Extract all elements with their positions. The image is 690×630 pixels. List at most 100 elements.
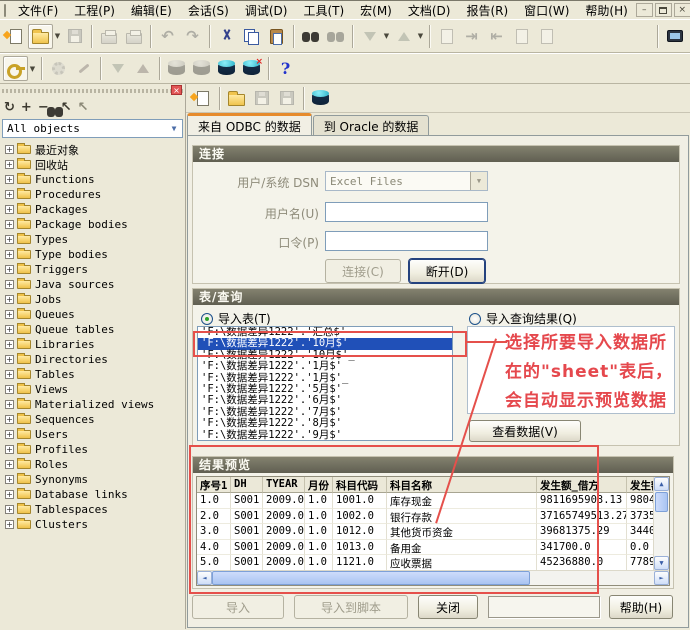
expander-icon[interactable]: + — [5, 385, 14, 394]
menu-help[interactable]: 帮助(H) — [577, 1, 635, 20]
menu-macro[interactable]: 宏(M) — [352, 1, 400, 20]
tree-item-directories[interactable]: +Directories — [3, 352, 185, 367]
tree-item-triggers[interactable]: +Triggers — [3, 262, 185, 277]
query-text-area[interactable] — [467, 326, 675, 414]
close-button[interactable]: × — [674, 3, 690, 17]
import-query-radio[interactable]: 导入查询结果(Q) — [469, 310, 577, 327]
export-file-icon[interactable] — [391, 24, 416, 49]
expander-icon[interactable]: + — [5, 340, 14, 349]
expander-icon[interactable]: + — [5, 325, 14, 334]
new-icon[interactable] — [190, 86, 215, 111]
scroll-thumb[interactable] — [212, 571, 530, 585]
close-panel-icon[interactable]: × — [171, 85, 182, 95]
filter-icon[interactable]: ↖ — [78, 101, 89, 114]
tree-item-package-bodies[interactable]: +Package bodies — [3, 217, 185, 232]
tree-item-packages[interactable]: +Packages — [3, 202, 185, 217]
tree-item-clusters[interactable]: +Clusters — [3, 517, 185, 532]
expander-icon[interactable]: + — [5, 460, 14, 469]
export-database-icon[interactable] — [308, 86, 333, 111]
tree-item-recent[interactable]: +最近对象 — [3, 142, 185, 157]
view-data-button[interactable]: 查看数据(V) — [469, 420, 581, 442]
tree-item-recyclebin[interactable]: +回收站 — [3, 157, 185, 172]
vertical-scrollbar[interactable]: ▲ ▼ — [653, 477, 669, 570]
sheet-item[interactable]: 'F:\数据差异1222'.'8月$' — [198, 418, 452, 429]
tree-item-materialized-views[interactable]: +Materialized views — [3, 397, 185, 412]
close-dialog-button[interactable]: 关闭 — [418, 595, 478, 619]
dsn-select[interactable]: Excel Files ▼ — [325, 171, 488, 191]
import-button[interactable]: 导入 — [192, 595, 284, 619]
paste-icon[interactable] — [264, 24, 289, 49]
table-row[interactable]: 1.0S0012009.01.01001.0库存现金9811695903.139… — [197, 493, 669, 509]
indent-icon[interactable]: ⇥ — [459, 24, 484, 49]
find-next-icon[interactable] — [323, 24, 348, 49]
disconnect-button[interactable]: 断开(D) — [409, 259, 485, 283]
sheet-item[interactable]: 'F:\数据差异1222'.'9月$' — [198, 430, 452, 441]
save-icon[interactable] — [62, 24, 87, 49]
tree-item-sequences[interactable]: +Sequences — [3, 412, 185, 427]
restore-button[interactable] — [655, 3, 672, 17]
scroll-thumb[interactable] — [655, 492, 668, 512]
expander-icon[interactable]: + — [5, 175, 14, 184]
tab-from-odbc[interactable]: 来自 ODBC 的数据 — [187, 113, 312, 135]
expand-icon[interactable]: + — [21, 101, 32, 114]
help-button[interactable]: 帮助(H) — [609, 595, 673, 619]
expander-icon[interactable]: + — [5, 520, 14, 529]
expander-icon[interactable]: + — [5, 160, 14, 169]
menu-documents[interactable]: 文档(D) — [400, 1, 459, 20]
db-objects-icon[interactable] — [164, 56, 189, 81]
log-on-icon[interactable] — [3, 56, 28, 81]
password-field[interactable] — [325, 231, 488, 251]
edit-data-icon[interactable] — [71, 56, 96, 81]
tree-item-jobs[interactable]: +Jobs — [3, 292, 185, 307]
open-icon[interactable] — [224, 86, 249, 111]
username-field[interactable] — [325, 202, 488, 222]
table-row[interactable]: 5.0S0012009.01.01121.0应收票据45236880.07789… — [197, 555, 669, 571]
tree-item-type-bodies[interactable]: +Type bodies — [3, 247, 185, 262]
panel-grip[interactable]: × — [2, 85, 183, 96]
connect-button[interactable]: 连接(C) — [325, 259, 401, 283]
print-icon[interactable] — [96, 24, 121, 49]
table-row[interactable]: 2.0S0012009.01.01002.0银行存款37165749513.27… — [197, 509, 669, 525]
expander-icon[interactable]: + — [5, 190, 14, 199]
commit-icon[interactable] — [105, 56, 130, 81]
cut-icon[interactable] — [214, 24, 239, 49]
tree-item-tables[interactable]: +Tables — [3, 367, 185, 382]
scroll-up-icon[interactable]: ▲ — [654, 477, 669, 491]
expander-icon[interactable]: + — [5, 220, 14, 229]
expander-icon[interactable]: + — [5, 475, 14, 484]
open-file-icon[interactable] — [28, 24, 53, 49]
tree-item-types[interactable]: +Types — [3, 232, 185, 247]
tab-to-oracle[interactable]: 到 Oracle 的数据 — [313, 115, 430, 135]
tree-item-users[interactable]: +Users — [3, 427, 185, 442]
tree-item-profiles[interactable]: +Profiles — [3, 442, 185, 457]
tree-item-views[interactable]: +Views — [3, 382, 185, 397]
tree-item-database-links[interactable]: +Database links — [3, 487, 185, 502]
new-session-icon[interactable] — [662, 24, 687, 49]
tree-item-synonyms[interactable]: +Synonyms — [3, 472, 185, 487]
tree-item-queue-tables[interactable]: +Queue tables — [3, 322, 185, 337]
scroll-right-icon[interactable]: ► — [654, 571, 669, 585]
help-icon[interactable]: ? — [273, 56, 298, 81]
expander-icon[interactable]: + — [5, 295, 14, 304]
tree-item-procedures[interactable]: +Procedures — [3, 187, 185, 202]
scroll-left-icon[interactable]: ◄ — [197, 571, 212, 585]
menu-project[interactable]: 工程(P) — [66, 1, 123, 20]
import-table-radio[interactable]: 导入表(T) — [201, 310, 271, 327]
expander-icon[interactable]: + — [5, 490, 14, 499]
undo-icon[interactable]: ↶ — [155, 24, 180, 49]
table-row[interactable]: 3.0S0012009.01.01012.0其他货币资金39681375.293… — [197, 524, 669, 540]
lock-connection-icon[interactable] — [214, 56, 239, 81]
table-row[interactable]: 4.0S0012009.01.01013.0备用金341700.00.0 — [197, 540, 669, 556]
expander-icon[interactable]: + — [5, 310, 14, 319]
expander-icon[interactable]: + — [5, 265, 14, 274]
object-filter-select[interactable]: All objects ▼ — [2, 119, 183, 138]
expander-icon[interactable]: + — [5, 205, 14, 214]
save-as-icon[interactable] — [274, 86, 299, 111]
import-to-script-button[interactable]: 导入到脚本 — [294, 595, 408, 619]
import-file-icon[interactable] — [357, 24, 382, 49]
menu-file[interactable]: 文件(F) — [10, 1, 66, 20]
open-dropdown-icon[interactable]: ▼ — [53, 32, 62, 40]
tree-item-libraries[interactable]: +Libraries — [3, 337, 185, 352]
expander-icon[interactable]: + — [5, 355, 14, 364]
sheet-list[interactable]: 'F:\数据差异1222'.'汇总$' 'F:\数据差异1222'.'10月$'… — [197, 326, 453, 441]
